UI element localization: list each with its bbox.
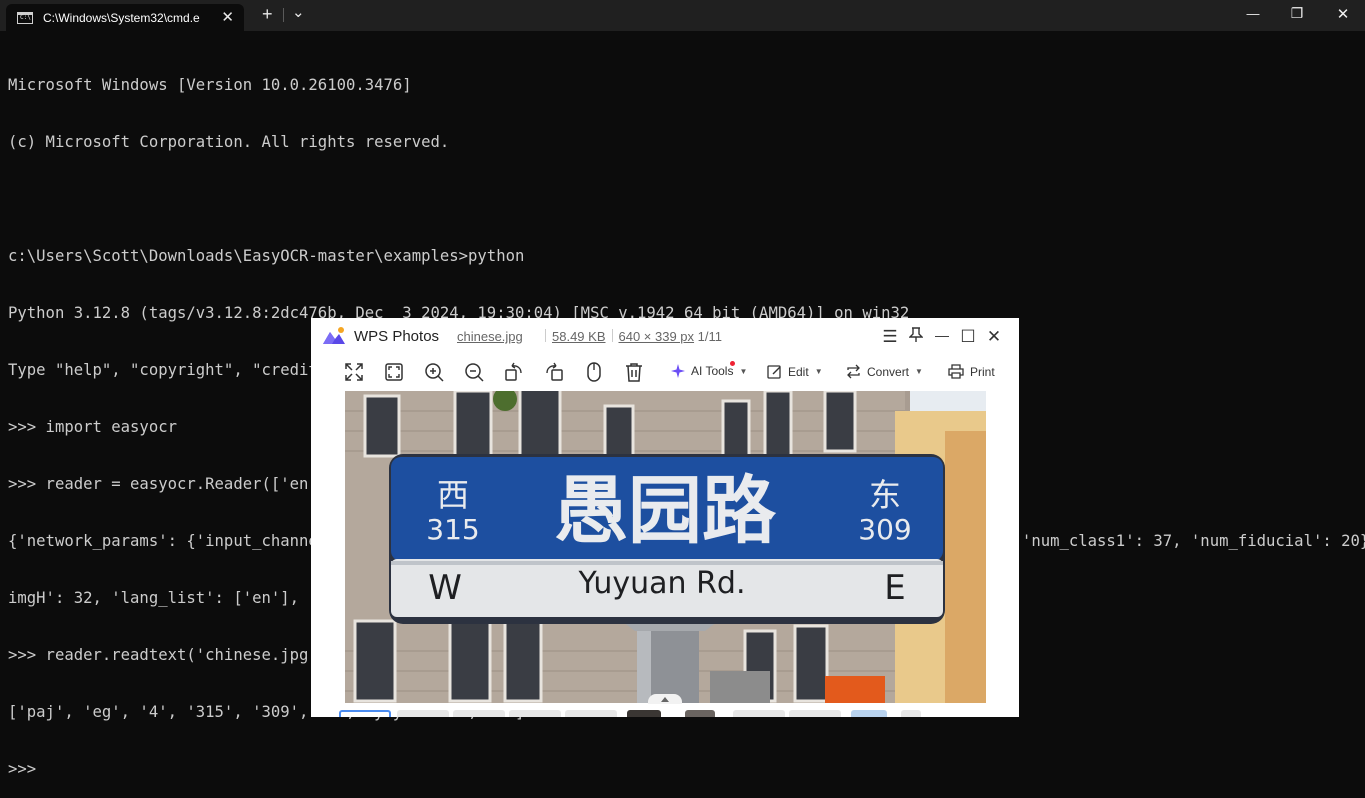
sign-west-letter: W — [428, 568, 462, 608]
tab-title: C:\Windows\System32\cmd.e — [43, 10, 200, 25]
terminal-line: c:\Users\Scott\Downloads\EasyOCR-master\… — [8, 247, 525, 265]
new-tab-button[interactable]: + — [262, 4, 273, 25]
sign-chinese-name: 愚园路 — [554, 468, 777, 554]
thumbnail-strip — [311, 710, 1019, 717]
wps-photos-logo-icon — [323, 327, 345, 344]
thumbnail[interactable] — [789, 710, 841, 717]
thumbnail[interactable] — [627, 710, 661, 717]
zoom-out-icon[interactable] — [464, 362, 484, 382]
thumbnail[interactable] — [397, 710, 449, 717]
file-size[interactable]: 58.49 KB — [552, 329, 606, 344]
convert-button[interactable]: Convert ▼ — [846, 364, 923, 379]
rotate-right-icon[interactable] — [544, 362, 564, 382]
page-counter: 1/11 — [697, 329, 723, 344]
delete-icon[interactable] — [624, 362, 644, 382]
app-name: WPS Photos — [354, 328, 440, 345]
thumbnail[interactable] — [509, 710, 561, 717]
tab-close-icon[interactable]: ✕ — [221, 8, 234, 26]
thumbnail[interactable] — [851, 710, 887, 717]
ai-tools-button[interactable]: AI Tools ▼ — [671, 364, 747, 378]
photo-viewer[interactable]: 西 315 愚园路 东 309 W Yuyuan Rd. E — [345, 391, 986, 703]
sign-east-letter: E — [884, 568, 905, 608]
chevron-down-icon: ▼ — [739, 366, 748, 376]
zoom-in-icon[interactable] — [424, 362, 444, 382]
ai-sparkle-icon — [671, 364, 685, 378]
rotate-left-icon[interactable] — [504, 362, 524, 382]
sign-west-char: 西 — [437, 476, 469, 514]
wps-toolbar: AI Tools ▼ Edit ▼ Convert ▼ Print — [311, 356, 1019, 390]
thumbnail-toggle-button[interactable] — [648, 694, 682, 704]
edit-icon — [767, 365, 781, 379]
file-name-link[interactable]: chinese.jpg — [457, 329, 523, 344]
restore-button[interactable]: ❐ — [1274, 5, 1320, 22]
terminal-tab-bar: C:\ C:\Windows\System32\cmd.e ✕ + ⌄ — ❐ … — [0, 0, 1365, 31]
sign-east-char: 东 — [869, 476, 901, 514]
print-icon — [948, 364, 964, 379]
terminal-line: (c) Microsoft Corporation. All rights re… — [8, 133, 450, 151]
street-sign-photo: 西 315 愚园路 东 309 W Yuyuan Rd. E — [345, 391, 986, 703]
chevron-down-icon: ▼ — [814, 367, 823, 376]
print-button[interactable]: Print — [948, 364, 995, 379]
close-icon[interactable]: ✕ — [983, 327, 1005, 347]
file-meta: 58.49 KB 640 × 339 px 1/11 — [539, 329, 722, 344]
cmd-icon: C:\ — [17, 11, 33, 24]
tab-dropdown-button[interactable]: ⌄ — [292, 3, 305, 21]
wps-title-bar: WPS Photos chinese.jpg 58.49 KB 640 × 339… — [311, 318, 1019, 355]
edit-label: Edit — [788, 364, 809, 379]
meta-separator — [545, 329, 546, 342]
sign-west-number: 315 — [426, 513, 479, 546]
thumbnail-selected[interactable] — [339, 710, 391, 717]
meta-separator — [611, 329, 613, 342]
print-label: Print — [970, 364, 995, 379]
terminal-prompt: >>> — [8, 760, 37, 778]
wps-photos-window: WPS Photos chinese.jpg 58.49 KB 640 × 339… — [311, 318, 1019, 717]
pin-icon[interactable] — [905, 327, 927, 348]
terminal-line: Microsoft Windows [Version 10.0.26100.34… — [8, 76, 412, 94]
terminal-tab[interactable]: C:\ C:\Windows\System32\cmd.e ✕ — [6, 4, 244, 31]
convert-label: Convert — [867, 364, 910, 379]
image-dimensions[interactable]: 640 × 339 px — [619, 329, 695, 344]
thumbnail[interactable] — [453, 710, 505, 717]
convert-icon — [847, 364, 860, 379]
fullscreen-icon[interactable] — [344, 362, 364, 382]
sign-english-name: Yuyuan Rd. — [577, 566, 745, 601]
edit-button[interactable]: Edit ▼ — [767, 364, 823, 379]
menu-icon[interactable]: ☰ — [879, 327, 901, 347]
cmd-icon-text: C:\ — [20, 13, 31, 21]
maximize-icon[interactable]: ☐ — [957, 327, 979, 347]
close-button[interactable]: ✕ — [1320, 5, 1365, 23]
thumbnail[interactable] — [565, 710, 617, 717]
minimize-button[interactable]: — — [1230, 6, 1276, 21]
ai-new-badge — [730, 361, 735, 366]
minimize-icon[interactable]: — — [931, 327, 953, 343]
chevron-down-icon: ▼ — [915, 367, 923, 376]
thumbnail[interactable] — [685, 710, 715, 717]
ai-tools-label: AI Tools — [691, 364, 734, 378]
sign-east-number: 309 — [858, 513, 911, 546]
tab-separator — [283, 8, 284, 22]
mouse-mode-icon[interactable] — [584, 362, 604, 382]
fit-window-icon[interactable] — [384, 362, 404, 382]
thumbnail[interactable] — [901, 710, 921, 717]
thumbnail[interactable] — [733, 710, 785, 717]
